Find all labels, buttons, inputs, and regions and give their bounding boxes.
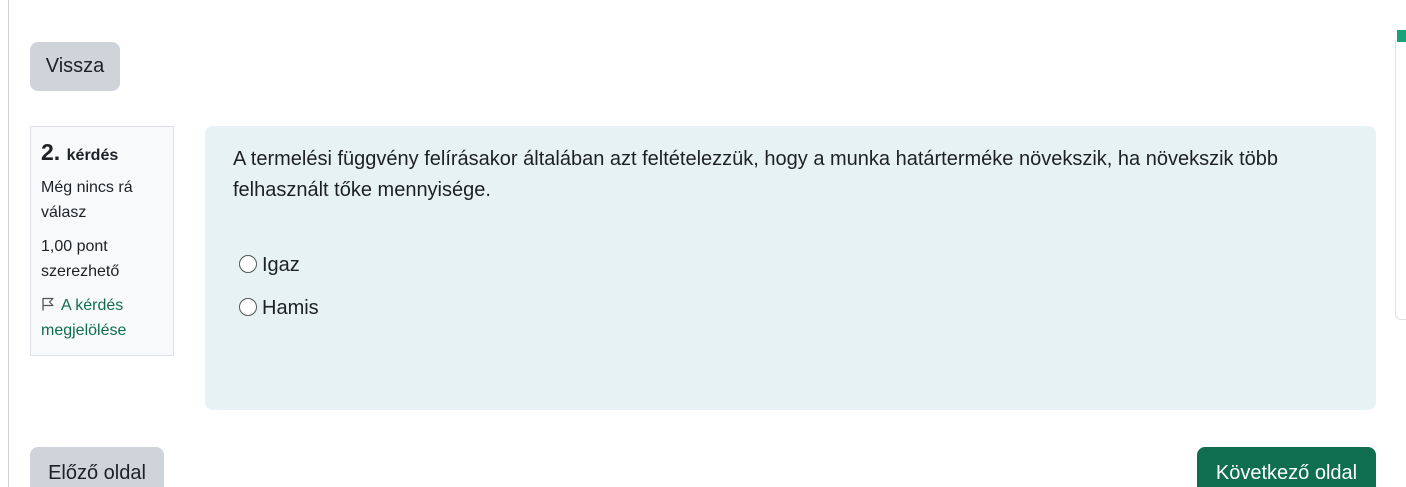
question-number-word: kérdés: [66, 147, 119, 164]
radio-button[interactable]: [239, 254, 257, 273]
answer-label: Hamis: [262, 297, 319, 319]
quiz-page: Vissza 2. kérdés Még nincs rá válasz 1,0…: [0, 0, 1406, 487]
question-grade: 1,00 pont szerezhető: [41, 238, 120, 280]
question-number-heading: 2. kérdés: [41, 139, 163, 169]
question-content: A termelési függvény felírásakor általáb…: [205, 126, 1376, 410]
flag-question-link[interactable]: A kérdés megjelölése: [41, 293, 163, 343]
question-text: A termelési függvény felírásakor általáb…: [233, 148, 1278, 201]
question-number: 2.: [41, 139, 61, 165]
flag-icon: [42, 297, 54, 311]
quiz-navigation-panel: [1395, 40, 1406, 320]
page-left-border: [8, 0, 9, 487]
question-state: Még nincs rá válasz: [41, 179, 133, 221]
answer-options: Igaz Hamis: [233, 244, 1348, 330]
answer-label: Igaz: [262, 254, 300, 276]
previous-page-button[interactable]: Előző oldal: [30, 447, 164, 487]
answer-option-igaz[interactable]: Igaz: [239, 244, 1348, 287]
back-button[interactable]: Vissza: [30, 42, 120, 91]
question-info-panel: 2. kérdés Még nincs rá válasz 1,00 pont …: [30, 126, 174, 356]
answer-option-hamis[interactable]: Hamis: [239, 287, 1348, 330]
radio-button[interactable]: [239, 297, 257, 316]
next-page-button[interactable]: Következő oldal: [1197, 447, 1376, 487]
